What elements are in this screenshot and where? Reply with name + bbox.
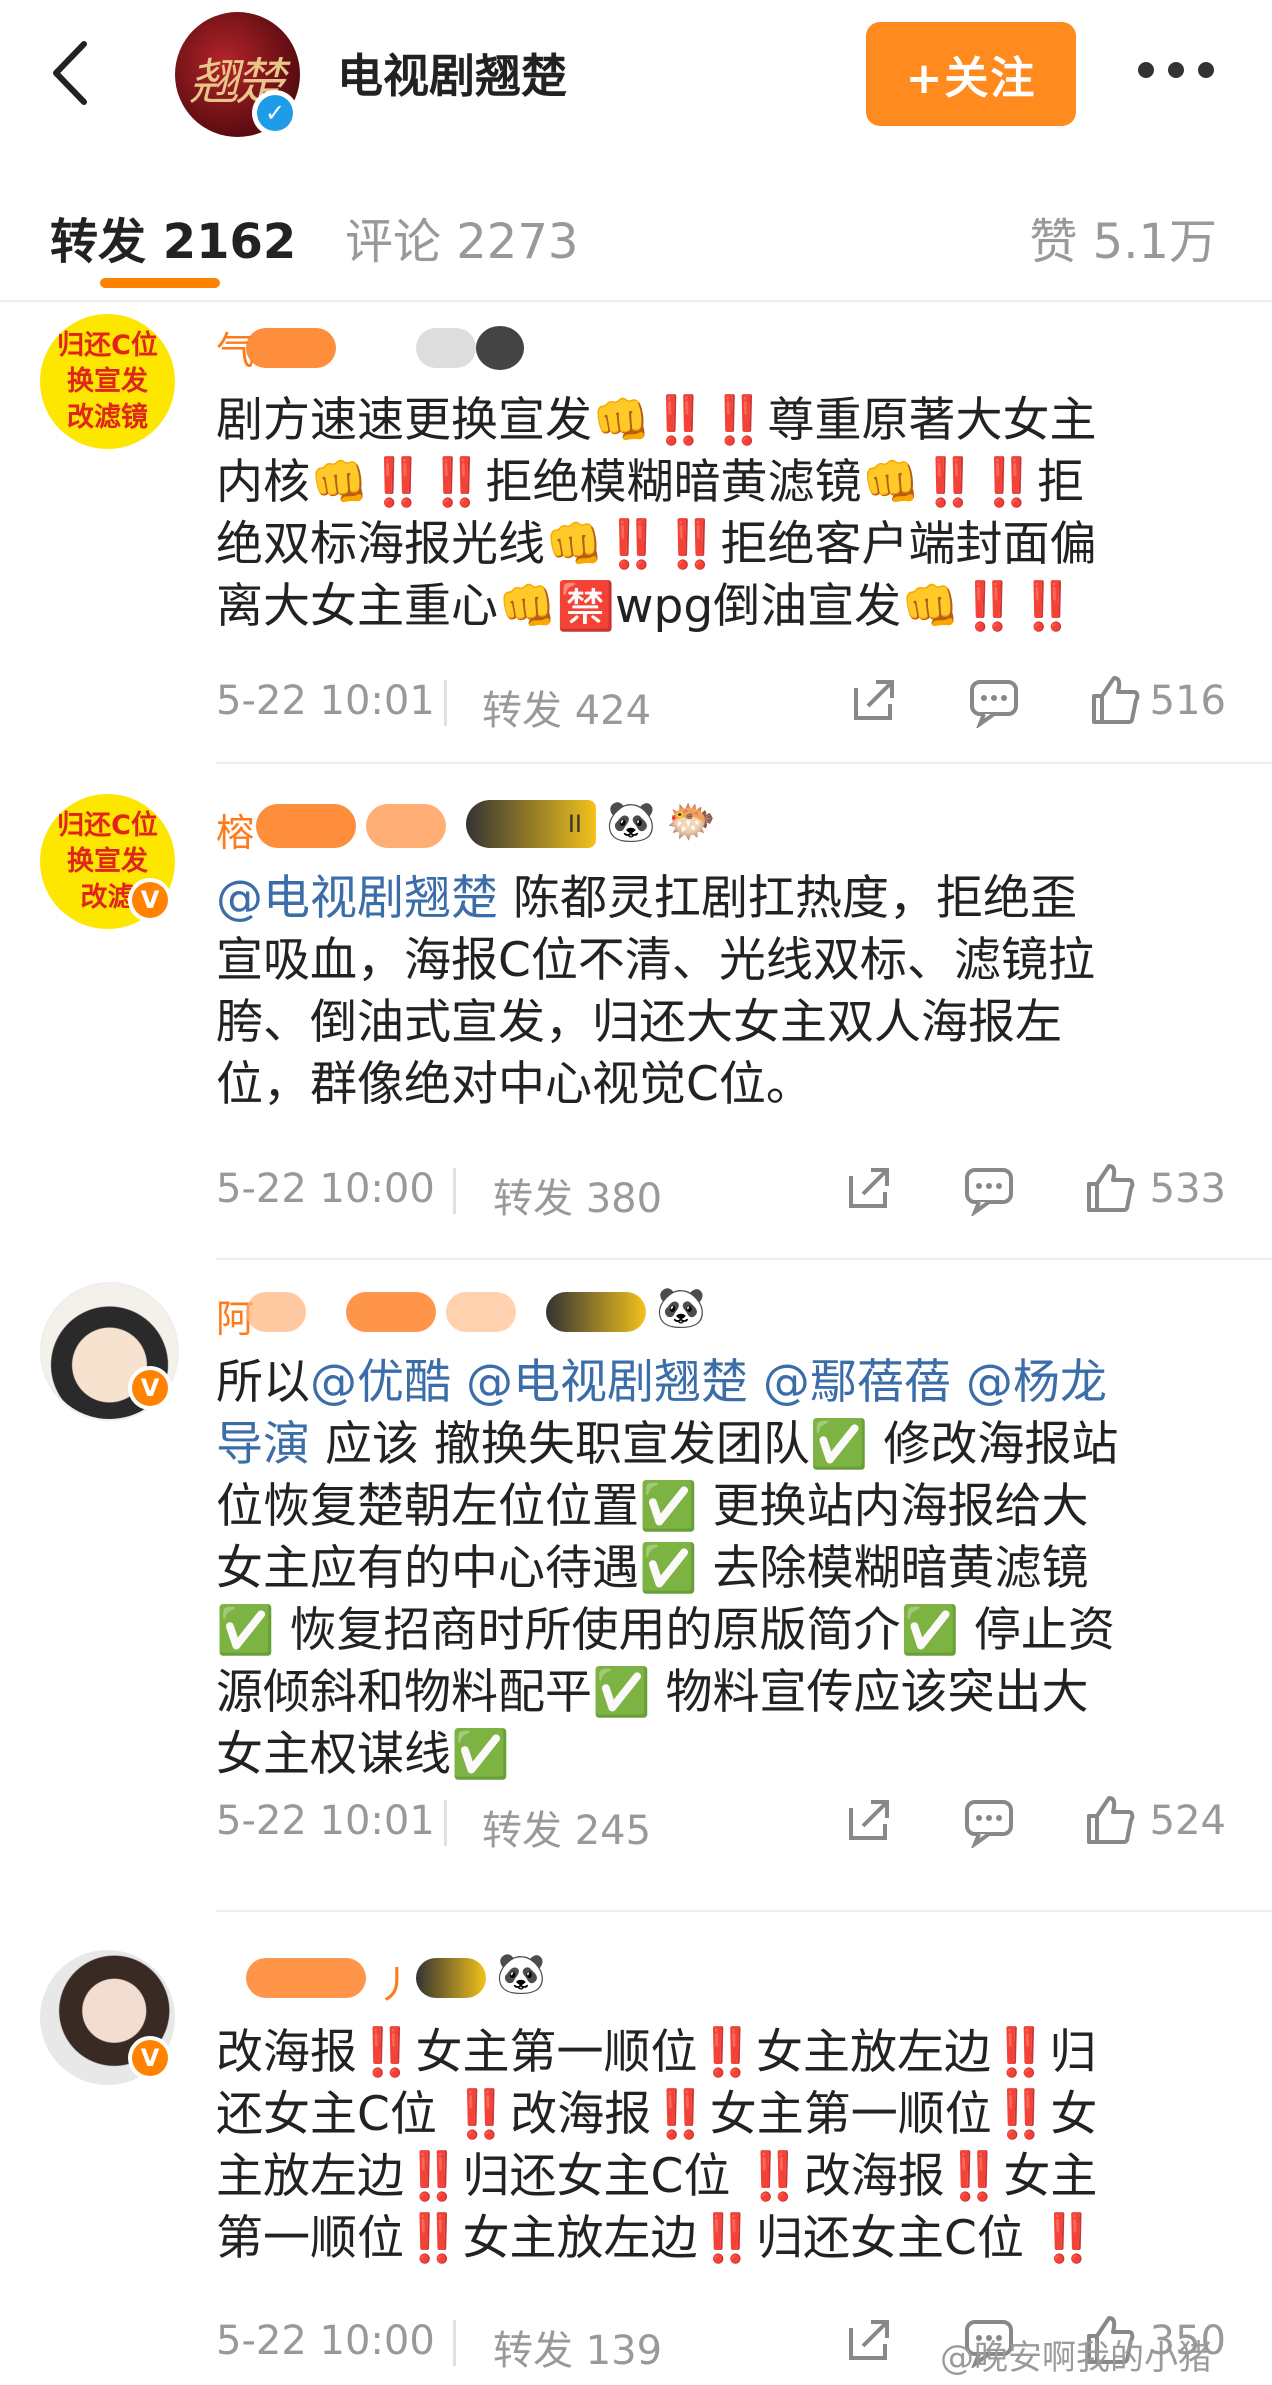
post-text: @电视剧翘楚 陈都灵扛剧扛热度，拒绝歪 宣吸血，海报C位不清、光线双标、滤镜拉 … <box>216 871 1095 1112</box>
mention-link[interactable]: @电视剧翘楚 <box>466 1355 748 1410</box>
list-item: 归还C位 换宣发 改滤镜 气 剧方速速更换宣发👊‼️‼️尊重原著大女主 内核👊‼… <box>0 300 1272 770</box>
blurred-badge <box>476 326 524 370</box>
mention-link[interactable]: @杨龙 <box>966 1355 1107 1410</box>
back-chevron-icon[interactable] <box>42 38 112 108</box>
blurred-name <box>346 1292 436 1332</box>
nickname[interactable]: 阿 🐼 <box>216 1282 816 1342</box>
verified-icon: V <box>128 2036 172 2080</box>
verified-icon: V <box>128 878 172 922</box>
like-count: 516 <box>1149 678 1226 724</box>
post-divider <box>216 1910 1272 1912</box>
timestamp: 5-22 10:01 <box>216 1798 435 1844</box>
share-icon[interactable] <box>846 672 902 728</box>
nickname[interactable]: 丿 🐼 <box>216 1950 816 2010</box>
list-item: 归还C位 换宣发 改滤 V 榕 II 🐼 🐡 @电视剧翘楚 陈都灵扛剧扛热度，拒… <box>0 770 1272 1270</box>
level-badge: II <box>466 800 596 848</box>
post-divider <box>216 762 1272 764</box>
page-title: 电视剧翘楚 <box>337 49 567 103</box>
share-icon[interactable] <box>841 2312 897 2368</box>
comment-icon[interactable] <box>961 1160 1017 1216</box>
post-divider <box>216 1258 1272 1260</box>
timestamp: 5-22 10:00 <box>216 1166 435 1212</box>
blurred-name <box>246 1958 366 1998</box>
avatar[interactable]: 归还C位 换宣发 改滤镜 <box>40 314 175 449</box>
tab-like[interactable]: 赞 5.1万 <box>1029 202 1217 272</box>
tab-repost[interactable]: 转发 2162 <box>50 202 296 272</box>
divider <box>444 1800 447 1846</box>
share-icon[interactable] <box>841 1160 897 1216</box>
comment-icon[interactable] <box>961 1792 1017 1848</box>
thumbs-up-icon[interactable] <box>1081 1792 1137 1848</box>
like-count: 524 <box>1149 1798 1226 1844</box>
tab-bar: 转发 2162 评论 2273 赞 5.1万 <box>0 150 1272 302</box>
post-meta: 5-22 10:01 转发 424 516 <box>216 672 1226 734</box>
list-item: V 阿 🐼 所以@优酷 @电视剧翘楚 @鄢蓓蓓 @杨龙 导演 应该 撤换失职宣发… <box>0 1270 1272 1910</box>
blurred-name <box>416 328 476 368</box>
blurred-name <box>246 1292 306 1332</box>
post-text: 改海报‼️女主第一顺位‼️女主放左边‼️归 还女主C位 ‼️改海报‼️女主第一顺… <box>216 2025 1098 2266</box>
repost-count[interactable]: 转发 424 <box>482 678 651 736</box>
like-count: 533 <box>1149 1166 1226 1212</box>
thumbs-up-icon[interactable] <box>1086 672 1142 728</box>
level-badge <box>416 1958 486 1998</box>
blurred-name <box>256 804 356 848</box>
repost-count[interactable]: 转发 245 <box>482 1798 651 1856</box>
list-item: V 丿 🐼 改海报‼️女主第一顺位‼️女主放左边‼️归 还女主C位 ‼️改海报‼… <box>0 1920 1272 2385</box>
verified-icon: V <box>128 1366 172 1410</box>
blurred-name <box>246 328 336 368</box>
mention-link[interactable]: @优酷 <box>310 1355 451 1410</box>
divider <box>444 680 447 726</box>
post-meta: 5-22 10:00 转发 380 533 <box>216 1160 1226 1222</box>
timestamp: 5-22 10:00 <box>216 2318 435 2364</box>
blurred-name <box>446 1292 516 1332</box>
comment-icon[interactable] <box>966 672 1022 728</box>
mention-link[interactable]: @电视剧翘楚 <box>216 871 498 926</box>
fish-icon: 🐡 <box>666 799 716 845</box>
repost-count[interactable]: 转发 139 <box>493 2318 662 2376</box>
verified-icon: ✓ <box>252 90 298 136</box>
more-dots-icon[interactable] <box>1138 62 1228 82</box>
post-meta: 5-22 10:01 转发 245 524 <box>216 1792 1226 1854</box>
blurred-name <box>366 804 446 848</box>
post-text: 所以@优酷 @电视剧翘楚 @鄢蓓蓓 @杨龙 导演 应该 撤换失职宣发团队✅ 修改… <box>216 1355 1119 1782</box>
follow-button[interactable]: +关注 <box>866 22 1076 126</box>
thumbs-up-icon[interactable] <box>1081 1160 1137 1216</box>
repost-count[interactable]: 转发 380 <box>493 1166 662 1224</box>
active-tab-indicator <box>100 278 220 288</box>
panda-icon: 🐼 <box>496 1951 546 1997</box>
tab-comment[interactable]: 评论 2273 <box>345 202 578 272</box>
divider <box>453 1168 456 1214</box>
nickname[interactable]: 气 <box>216 314 816 374</box>
timestamp: 5-22 10:01 <box>216 678 435 724</box>
share-icon[interactable] <box>841 1792 897 1848</box>
nickname[interactable]: 榕 II 🐼 🐡 <box>216 796 816 856</box>
post-text: 剧方速速更换宣发👊‼️‼️尊重原著大女主 内核👊‼️‼️拒绝模糊暗黄滤镜👊‼️‼… <box>216 393 1097 634</box>
top-bar: 翘楚 ✓ 电视剧翘楚 +关注 <box>0 0 1272 152</box>
divider <box>453 2320 456 2366</box>
mention-link[interactable]: 导演 <box>216 1417 310 1472</box>
watermark: @晚安啊我的小猪 <box>940 2338 1212 2378</box>
level-badge <box>546 1292 646 1332</box>
mention-link[interactable]: @鄢蓓蓓 <box>763 1355 951 1410</box>
panda-icon: 🐼 <box>656 1285 706 1331</box>
panda-icon: 🐼 <box>606 799 656 845</box>
